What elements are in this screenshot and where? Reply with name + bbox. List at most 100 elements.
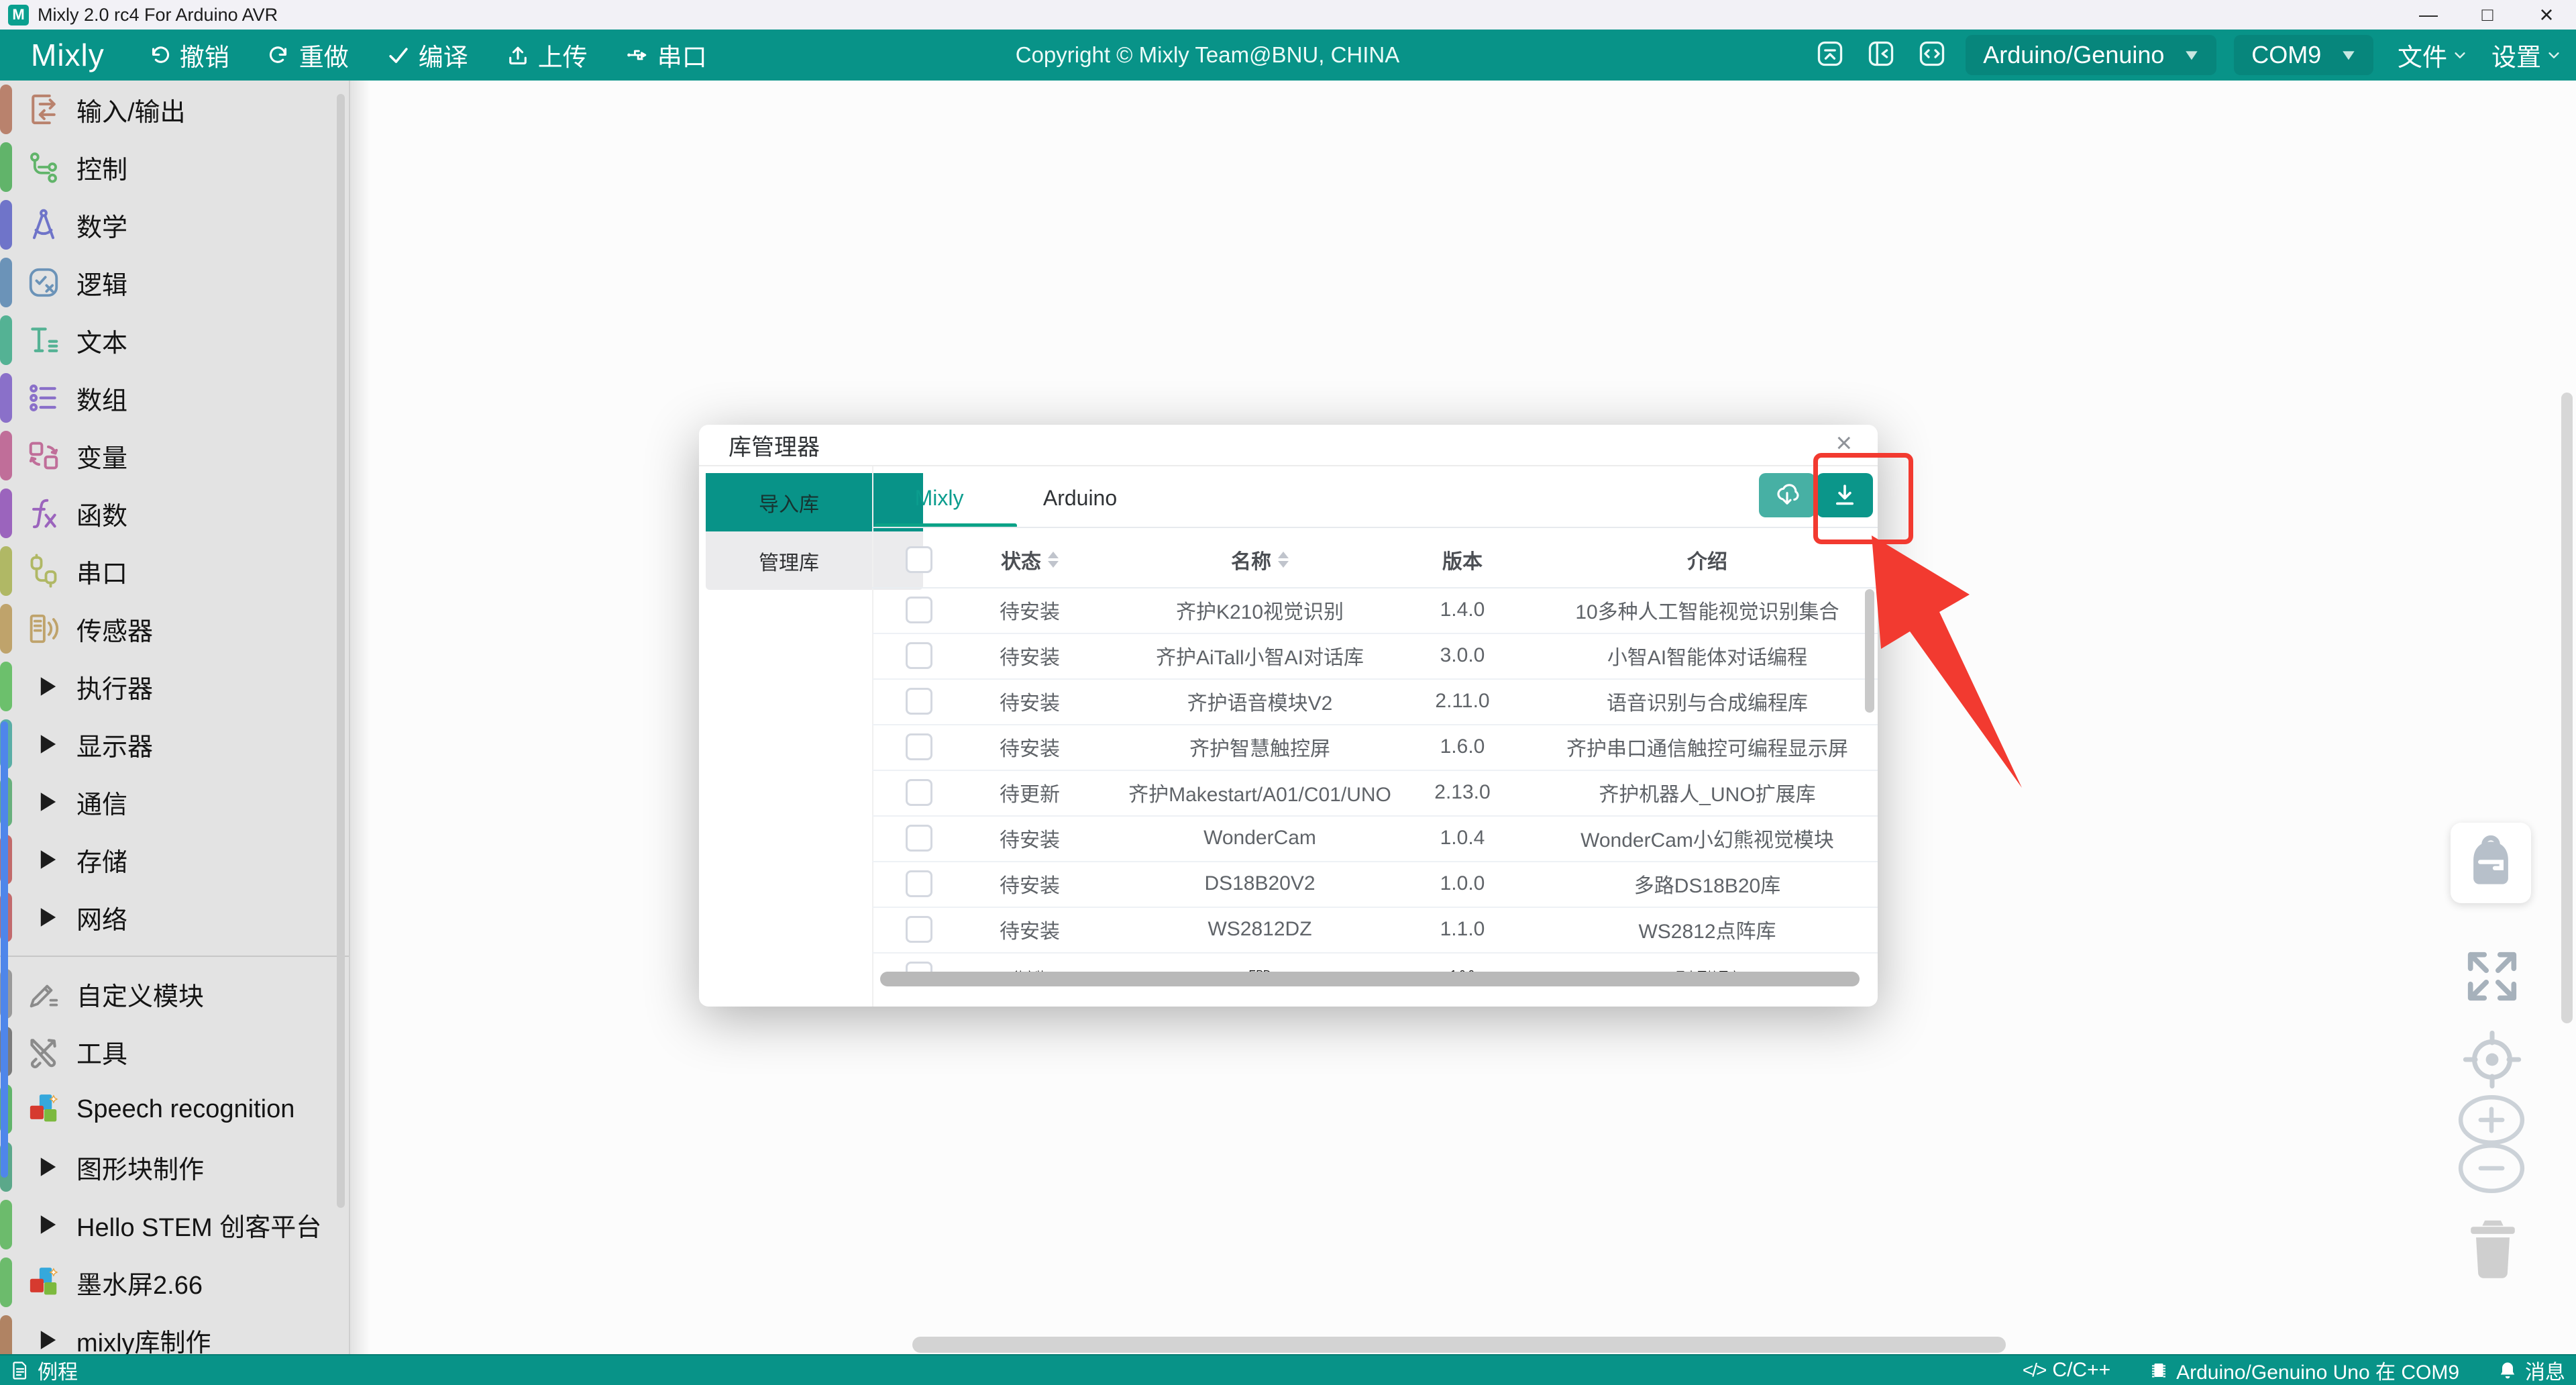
port-select[interactable]: COM9 ▼	[2234, 35, 2373, 75]
examples-button[interactable]: 例程	[9, 1355, 78, 1385]
array-icon	[24, 378, 63, 417]
chevron-down-icon	[2453, 48, 2467, 62]
table-horizontal-scrollbar[interactable]	[880, 972, 1860, 986]
table-row-partial[interactable]: 待安装EPD1.0.0墨水屏扩展库	[872, 952, 1878, 974]
sidebar-item-text[interactable]: 文本	[0, 311, 349, 369]
row-checkbox[interactable]	[906, 779, 932, 806]
sidebar-item-control[interactable]: 控制	[0, 138, 349, 196]
table-row[interactable]: 待安装齐护智慧触控屏1.6.0齐护串口通信触控可编程显示屏	[872, 724, 1878, 771]
sidebar-item-hello-stem[interactable]: Hello STEM 创客平台	[0, 1196, 349, 1253]
menubar-upload-button[interactable]: 上传	[504, 37, 588, 73]
cell-status: 待安装	[949, 952, 1110, 974]
table-row[interactable]: 待安装WS2812DZ1.1.0WS2812点阵库	[872, 907, 1878, 954]
canvas-vertical-scrollbar[interactable]	[2561, 393, 2573, 1023]
sidebar-scrollbar-thumb[interactable]	[1, 721, 8, 1178]
panel-up-button[interactable]	[1814, 39, 1846, 71]
column-header-status[interactable]: 状态	[949, 532, 1110, 587]
row-checkbox[interactable]	[906, 916, 932, 943]
board-select[interactable]: Arduino/Genuino ▼	[1966, 35, 2216, 75]
zoom-in-button[interactable]	[2455, 1092, 2528, 1147]
table-row[interactable]: 待安装WonderCam1.0.4WonderCam小幻熊视觉模块	[872, 815, 1878, 862]
sidebar-item-storage[interactable]: 存储	[0, 831, 349, 888]
backpack-button[interactable]	[2451, 823, 2531, 903]
sidebar-item-eink-266[interactable]: 墨水屏2.66	[0, 1253, 349, 1311]
table-row[interactable]: 待安装齐护AiTall小智AI对话库3.0.0小智AI智能体对话编程	[872, 633, 1878, 680]
tab-arduino[interactable]: Arduino	[1043, 484, 1117, 511]
sidebar-item-actuator[interactable]: 执行器	[0, 658, 349, 715]
tools-icon	[24, 1032, 63, 1071]
cell-description: WS2812点阵库	[1550, 907, 1865, 952]
dialog-menu-import-library[interactable]: 导入库	[706, 473, 923, 531]
row-checkbox[interactable]	[906, 688, 932, 715]
row-checkbox[interactable]	[906, 733, 932, 760]
sidebar-item-network[interactable]: 网络	[0, 888, 349, 946]
sidebar-item-sensor[interactable]: 传感器	[0, 600, 349, 658]
menubar-compile-button[interactable]: 编译	[385, 37, 468, 73]
panel-left-button[interactable]	[1865, 39, 1897, 71]
sidebar-item-label: Speech recognition	[76, 1080, 294, 1138]
column-header-name[interactable]: 名称	[1106, 532, 1414, 587]
sidebar-item-array[interactable]: 数组	[0, 369, 349, 427]
close-button[interactable]: ×	[2517, 0, 2576, 30]
trash-button[interactable]	[2459, 1211, 2526, 1287]
sidebar-item-io[interactable]: 输入/输出	[0, 81, 349, 138]
sidebar-item-variable[interactable]: 变量	[0, 427, 349, 484]
caret-icon	[24, 1205, 63, 1244]
settings-menu[interactable]: 设置	[2491, 37, 2561, 73]
cell-status: 待安装	[949, 587, 1110, 633]
sidebar-item-mixly-lib-making[interactable]: mixly库制作	[0, 1311, 349, 1355]
update-all-button[interactable]	[1759, 473, 1815, 517]
cloud-download-icon	[1773, 481, 1801, 509]
category-color-strip	[0, 1258, 12, 1307]
divider	[872, 527, 1878, 528]
menubar-undo-button[interactable]: 撤销	[146, 37, 229, 73]
sort-carets-icon[interactable]	[1278, 546, 1289, 573]
cell-status: 待更新	[949, 770, 1110, 815]
sidebar-item-serialport[interactable]: 串口	[0, 542, 349, 600]
table-row[interactable]: 待更新齐护Makestart/A01/C01/UNO2.13.0齐护机器人_UN…	[872, 770, 1878, 817]
sidebar-item-label: 存储	[76, 831, 127, 888]
table-row[interactable]: 待安装齐护K210视觉识别1.4.010多种人工智能视觉识别集合	[872, 587, 1878, 634]
sidebar-item-communication[interactable]: 通信	[0, 773, 349, 831]
chevron-down-icon: ▼	[2339, 46, 2358, 64]
row-checkbox[interactable]	[906, 642, 932, 669]
sidebar-item-display[interactable]: 显示器	[0, 715, 349, 773]
category-color-strip	[0, 662, 12, 711]
language-indicator[interactable]: </> C/C++	[2023, 1359, 2110, 1382]
library-manager-dialog: 库管理器 × 导入库管理库 MixlyArduino 状态名称版本介绍 待安装齐…	[699, 425, 1878, 1007]
table-row[interactable]: 待安装齐护语音模块V22.11.0语音识别与合成编程库	[872, 678, 1878, 725]
sort-carets-icon[interactable]	[1048, 546, 1059, 573]
select-all-checkbox[interactable]	[906, 546, 932, 573]
maximize-button[interactable]: □	[2458, 0, 2517, 30]
sidebar-item-custom-module[interactable]: 自定义模块	[0, 965, 349, 1023]
row-checkbox[interactable]	[906, 825, 932, 852]
sidebar-item-math[interactable]: 数学	[0, 196, 349, 254]
file-menu[interactable]: 文件	[2398, 37, 2467, 73]
sidebar-item-speech-recognition[interactable]: Speech recognition	[0, 1080, 349, 1138]
row-checkbox[interactable]	[906, 870, 932, 897]
code-button[interactable]	[1916, 39, 1948, 71]
brand-mixly[interactable]: Mixly	[31, 37, 105, 73]
sidebar-item-tools[interactable]: 工具	[0, 1023, 349, 1080]
expand-button[interactable]	[2461, 945, 2524, 1008]
cell-description: 多路DS18B20库	[1550, 861, 1865, 907]
minimize-button[interactable]: —	[2399, 0, 2458, 30]
table-row[interactable]: 待安装DS18B20V21.0.0多路DS18B20库	[872, 861, 1878, 908]
cell-name: DS18B20V2	[1106, 861, 1414, 907]
row-checkbox[interactable]	[906, 597, 932, 623]
cell-description: WonderCam小幻熊视觉模块	[1550, 815, 1865, 861]
messages-button[interactable]: 消息	[2497, 1355, 2565, 1385]
sidebar-item-logic[interactable]: 逻辑	[0, 254, 349, 311]
zoom-out-button[interactable]	[2455, 1141, 2528, 1196]
target-button[interactable]	[2461, 1028, 2524, 1091]
caret-icon	[24, 782, 63, 821]
canvas-horizontal-scrollbar[interactable]	[912, 1337, 2006, 1353]
menubar-redo-button[interactable]: 重做	[266, 37, 349, 73]
menubar-serial-button[interactable]: 串口	[624, 37, 707, 73]
logic-icon	[24, 263, 63, 302]
sidebar-right-scrollbar[interactable]	[337, 94, 345, 1208]
sidebar-item-block-making[interactable]: 图形块制作	[0, 1138, 349, 1196]
tab-mixly[interactable]: Mixly	[915, 484, 964, 511]
sidebar-item-function[interactable]: 函数	[0, 484, 349, 542]
cell-description: 墨水屏扩展库	[1550, 952, 1865, 974]
